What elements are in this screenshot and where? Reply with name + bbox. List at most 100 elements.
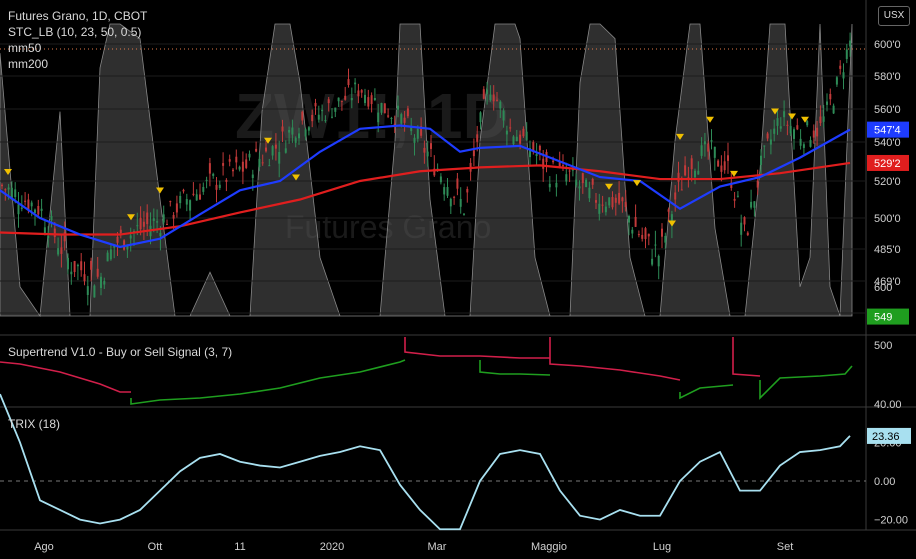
candle-body xyxy=(357,90,360,97)
candle-body xyxy=(515,136,518,142)
candle-body xyxy=(710,140,713,142)
candle-body xyxy=(519,134,522,144)
candle-body xyxy=(423,147,426,153)
price-chart[interactable]: ZW1!, 1DFutures Grano454'0469'0485'0500'… xyxy=(0,0,916,559)
candle-body xyxy=(387,115,390,117)
main-legend: Futures Grano, 1D, CBOT STC_LB (10, 23, … xyxy=(8,8,147,72)
candle-body xyxy=(674,192,677,200)
candle-body xyxy=(146,212,149,225)
candle-body xyxy=(449,198,452,207)
candle-body xyxy=(17,204,20,215)
supertrend-legend: Supertrend V1.0 - Buy or Sell Signal (3,… xyxy=(8,345,233,359)
time-axis-label: Ago xyxy=(34,541,54,553)
candle-body xyxy=(80,261,83,271)
candle-body xyxy=(166,224,168,226)
candle-body xyxy=(73,261,76,272)
candle-body xyxy=(265,147,267,152)
supertrend-tick-label: 500 xyxy=(874,340,892,352)
candle-body xyxy=(284,148,287,153)
candle-body xyxy=(60,247,63,254)
candle-body xyxy=(179,195,182,204)
candle-body xyxy=(637,234,640,236)
candle-body xyxy=(261,162,264,164)
candle-body xyxy=(565,174,568,182)
candle-body xyxy=(354,82,357,85)
candle-body xyxy=(377,112,380,123)
candle-body xyxy=(403,117,406,123)
candle-body xyxy=(334,107,337,112)
candle-body xyxy=(288,129,291,133)
candle-body xyxy=(472,150,475,157)
time-axis-label: Ott xyxy=(148,541,163,553)
price-tick-label: 600'0 xyxy=(874,39,901,51)
candle-body xyxy=(829,94,832,100)
candle-body xyxy=(806,121,809,126)
candle-body xyxy=(750,201,753,208)
candle-body xyxy=(740,222,743,235)
candle-body xyxy=(202,186,205,192)
candle-body xyxy=(192,193,195,195)
time-axis-label: 11 xyxy=(234,541,245,553)
candle-body xyxy=(667,209,670,212)
candle-body xyxy=(228,159,231,162)
candle-body xyxy=(443,187,446,195)
candle-body xyxy=(413,137,416,143)
candle-body xyxy=(555,182,558,188)
supertrend-tag-label: 549 xyxy=(874,312,892,324)
candle-body xyxy=(367,97,370,107)
candle-body xyxy=(624,202,627,207)
candle-body xyxy=(397,105,399,110)
candle-body xyxy=(845,49,848,59)
candle-body xyxy=(816,127,819,137)
candle-body xyxy=(370,95,373,105)
candle-body xyxy=(238,166,241,170)
candle-body xyxy=(129,235,132,239)
candle-body xyxy=(773,128,776,134)
candle-body xyxy=(235,156,238,163)
candle-body xyxy=(614,197,617,203)
candle-body xyxy=(294,137,297,143)
candle-body xyxy=(20,207,23,209)
candle-body xyxy=(364,94,366,103)
candle-body xyxy=(736,195,739,197)
candle-body xyxy=(172,215,175,219)
currency-badge[interactable]: USX xyxy=(878,6,910,26)
candle-body xyxy=(783,111,786,118)
candle-body xyxy=(466,188,469,193)
candle-body xyxy=(502,110,505,121)
legend-mm50: mm50 xyxy=(8,41,42,55)
candle-body xyxy=(119,229,122,234)
candle-body xyxy=(690,158,693,170)
candle-body xyxy=(568,170,571,172)
candle-body xyxy=(634,216,637,227)
candle-body xyxy=(360,90,363,93)
candle-body xyxy=(47,236,50,239)
candle-body xyxy=(93,285,96,298)
candle-body xyxy=(766,133,769,139)
time-axis-label: Mar xyxy=(428,541,447,553)
candle-body xyxy=(822,116,825,122)
candle-body xyxy=(799,138,802,146)
candle-body xyxy=(14,189,17,197)
price-tag-label-0: 547'4 xyxy=(874,125,901,137)
price-tick-label: 540'0 xyxy=(874,137,901,149)
candle-body xyxy=(727,155,729,161)
candle-body xyxy=(720,165,723,172)
candle-body xyxy=(700,145,703,156)
candle-body xyxy=(24,200,27,202)
candle-body xyxy=(152,218,155,221)
candle-body xyxy=(10,187,13,198)
candle-body xyxy=(509,127,512,129)
candle-body xyxy=(562,165,564,167)
candle-body xyxy=(697,170,700,175)
candle-body xyxy=(100,276,102,288)
candle-body xyxy=(703,141,706,145)
candle-body xyxy=(324,120,327,122)
candle-body xyxy=(832,105,835,114)
candle-body xyxy=(390,117,393,119)
candle-body xyxy=(661,228,663,237)
candle-body xyxy=(486,89,489,94)
candle-body xyxy=(743,217,746,225)
candle-body xyxy=(826,101,828,105)
candle-body xyxy=(763,145,766,147)
